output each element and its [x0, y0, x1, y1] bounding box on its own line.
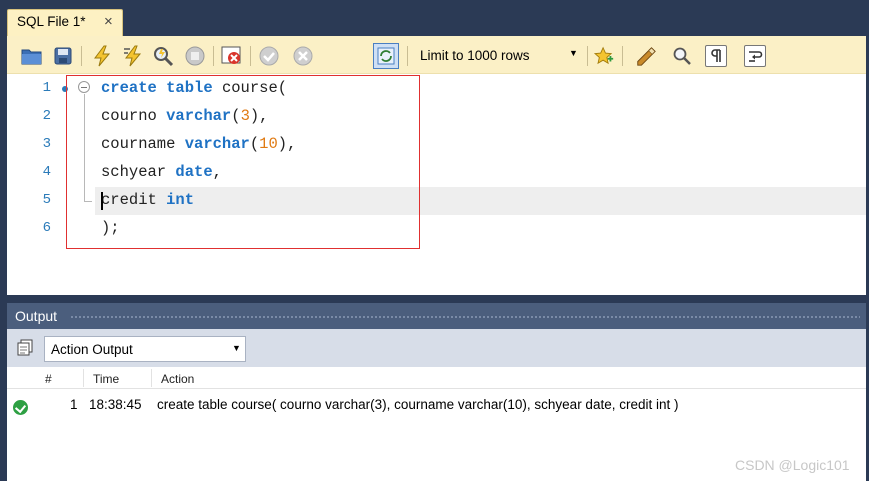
- editor-tab-strip: SQL File 1* ×: [0, 0, 869, 36]
- sql-keyword: create: [101, 79, 157, 97]
- sql-number: 10: [259, 135, 278, 153]
- tab-sql-file-1[interactable]: SQL File 1* ×: [7, 9, 123, 36]
- sql-token: schyear: [101, 163, 176, 181]
- copy-icon[interactable]: [16, 339, 34, 360]
- sql-editor-toolbar: Limit to 1000 rows ▼: [7, 36, 866, 74]
- find-icon[interactable]: [671, 45, 693, 67]
- toolbar-separator: [407, 46, 408, 66]
- grid-header: # Time Action: [7, 367, 866, 389]
- chevron-down-icon: ▼: [569, 48, 578, 58]
- open-folder-icon[interactable]: [21, 45, 43, 67]
- line-number: 3: [42, 136, 51, 152]
- code-line[interactable]: courname varchar(10),: [101, 135, 296, 153]
- row-action: create table course( courno varchar(3), …: [157, 397, 679, 412]
- stop-icon[interactable]: [184, 45, 206, 67]
- fold-toggle-icon[interactable]: [78, 81, 90, 93]
- sql-keyword: varchar: [184, 135, 250, 153]
- statement-marker-icon: [62, 86, 68, 92]
- line-number: 6: [42, 220, 51, 236]
- autocommit-icon[interactable]: [373, 43, 399, 69]
- column-header-time[interactable]: Time: [93, 372, 119, 386]
- explain-icon[interactable]: [152, 45, 174, 67]
- panel-splitter[interactable]: [7, 295, 866, 303]
- sql-number: 3: [240, 107, 250, 125]
- execute-current-icon[interactable]: [122, 45, 144, 67]
- row-number: 1: [70, 397, 78, 412]
- limit-rows-value: Limit to 1000 rows: [420, 48, 530, 63]
- toggle-error-icon[interactable]: [221, 45, 243, 67]
- table-row[interactable]: 1 18:38:45 create table course( courno v…: [7, 395, 866, 417]
- line-number: 5: [42, 192, 51, 208]
- sql-keyword: date: [175, 163, 213, 181]
- code-line[interactable]: );: [101, 219, 120, 237]
- column-divider[interactable]: [151, 369, 152, 387]
- sql-keyword: int: [166, 191, 195, 209]
- row-time: 18:38:45: [89, 397, 142, 412]
- invisible-chars-icon[interactable]: [705, 45, 727, 67]
- sql-keyword: table: [166, 79, 213, 97]
- sql-token: courno: [101, 107, 167, 125]
- toolbar-separator: [250, 46, 251, 66]
- wrap-icon[interactable]: [744, 45, 766, 67]
- line-number: 2: [42, 108, 51, 124]
- fold-guide: [84, 94, 85, 194]
- sql-token: );: [101, 219, 120, 237]
- sql-token: course(: [212, 79, 288, 97]
- column-header-number[interactable]: #: [45, 372, 52, 386]
- column-header-action[interactable]: Action: [161, 372, 194, 386]
- sql-token: (: [249, 135, 260, 153]
- execute-icon[interactable]: [91, 45, 113, 67]
- save-icon[interactable]: [52, 45, 74, 67]
- toolbar-separator: [622, 46, 623, 66]
- sql-token: ,: [212, 163, 222, 181]
- line-number: 4: [42, 164, 51, 180]
- sql-token: credit: [101, 191, 167, 209]
- code-line[interactable]: credit int: [101, 191, 194, 209]
- sql-token: ),: [277, 135, 297, 153]
- output-toolbar: Action Output ▼: [7, 329, 866, 367]
- sql-token: (: [231, 107, 241, 125]
- rollback-icon[interactable]: [292, 45, 314, 67]
- toolbar-separator: [81, 46, 82, 66]
- sql-editor[interactable]: 1 2 3 4 5 6 create table course( courno v…: [7, 74, 866, 295]
- output-panel-header: Output: [7, 303, 866, 329]
- success-check-icon: [13, 400, 28, 415]
- line-number-gutter: 1 2 3 4 5 6: [7, 74, 57, 295]
- sql-token: ),: [249, 107, 269, 125]
- code-line[interactable]: courno varchar(3),: [101, 107, 268, 125]
- left-frame: [0, 36, 7, 481]
- chevron-down-icon: ▼: [232, 343, 241, 353]
- output-mode-select[interactable]: Action Output ▼: [44, 336, 246, 362]
- watermark: CSDN @Logic101: [735, 457, 850, 473]
- tab-title: SQL File 1*: [17, 14, 86, 29]
- code-line[interactable]: create table course(: [101, 79, 287, 97]
- sql-keyword: varchar: [166, 107, 232, 125]
- limit-rows-select[interactable]: Limit to 1000 rows ▼: [414, 44, 584, 68]
- sql-token: courname: [101, 135, 185, 153]
- toolbar-separator: [213, 46, 214, 66]
- beautify-icon[interactable]: [635, 45, 657, 67]
- commit-icon[interactable]: [258, 45, 280, 67]
- column-divider[interactable]: [83, 369, 84, 387]
- code-line[interactable]: schyear date,: [101, 163, 222, 181]
- header-grip: [70, 316, 860, 318]
- current-line-highlight: [95, 187, 866, 215]
- text-cursor: [101, 192, 103, 210]
- bookmark-icon[interactable]: [593, 45, 615, 67]
- close-tab-icon[interactable]: ×: [104, 13, 113, 30]
- line-number: 1: [42, 80, 51, 96]
- output-mode-value: Action Output: [51, 342, 133, 357]
- fold-guide-end: [84, 194, 92, 202]
- output-title: Output: [15, 308, 58, 324]
- toolbar-separator: [587, 46, 588, 66]
